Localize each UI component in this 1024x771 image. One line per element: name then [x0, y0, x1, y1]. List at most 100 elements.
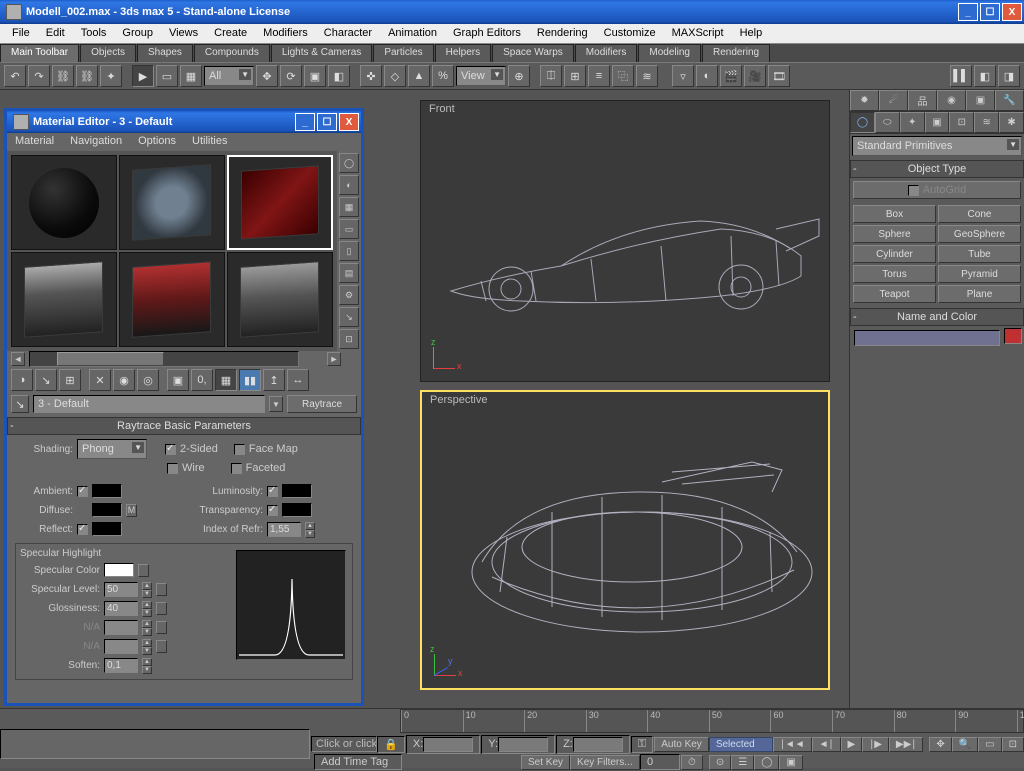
- slot-scroll-right[interactable]: ►: [327, 352, 341, 366]
- show-map-button[interactable]: ▦: [215, 369, 237, 391]
- tbtab-space-warps[interactable]: Space Warps: [492, 44, 574, 62]
- primitive-cone[interactable]: Cone: [938, 205, 1021, 223]
- snap-button[interactable]: ◇: [384, 65, 406, 87]
- schematic-view-button[interactable]: ⿻: [612, 65, 634, 87]
- time-next-button[interactable]: ∣▶: [862, 737, 889, 752]
- time-start-button[interactable]: ∣◄◄: [773, 737, 812, 752]
- tbtab-rendering[interactable]: Rendering: [702, 44, 770, 62]
- wire-check[interactable]: [167, 463, 178, 474]
- mirror-button[interactable]: ⎅: [540, 65, 562, 87]
- setkey-button[interactable]: Set Key: [521, 755, 570, 770]
- material-type-button[interactable]: Raytrace: [287, 395, 357, 413]
- main-menubar[interactable]: FileEditToolsGroupViewsCreateModifiersCh…: [0, 24, 1024, 44]
- maximize-button[interactable]: ☐: [980, 3, 1000, 21]
- tab-display[interactable]: ▣: [966, 90, 995, 111]
- tbtab-modeling[interactable]: Modeling: [638, 44, 701, 62]
- center-button[interactable]: ⊕: [508, 65, 530, 87]
- nav-orbit-button[interactable]: ◯: [754, 755, 779, 770]
- diffuse-map-flag[interactable]: M: [126, 504, 137, 517]
- menu-customize[interactable]: Customize: [596, 24, 664, 43]
- unlink-button[interactable]: ⛓: [76, 65, 98, 87]
- nav-zoom-button[interactable]: 🔍: [952, 737, 978, 752]
- menu-edit[interactable]: Edit: [38, 24, 73, 43]
- subtab-helpers[interactable]: ⊡: [949, 112, 974, 133]
- mateditor-min-button[interactable]: _: [295, 113, 315, 131]
- spec-level-map-btn[interactable]: [156, 583, 167, 596]
- subtab-cameras[interactable]: ▣: [925, 112, 950, 133]
- ref-coord-button[interactable]: ◧: [328, 65, 350, 87]
- bind-spacewarp-button[interactable]: ✦: [100, 65, 122, 87]
- background-icon[interactable]: ▦: [339, 197, 359, 217]
- primitive-teapot[interactable]: Teapot: [853, 285, 936, 303]
- nav-walk-button[interactable]: ☰: [731, 755, 754, 770]
- autogrid-check[interactable]: AutoGrid: [853, 181, 1021, 199]
- select-filter-dropdown[interactable]: All: [204, 66, 254, 86]
- tbtab-lights-cameras[interactable]: Lights & Cameras: [271, 44, 372, 62]
- nav-pan-button[interactable]: ✥: [929, 737, 951, 752]
- memenu-navigation[interactable]: Navigation: [62, 133, 130, 151]
- tbtab-particles[interactable]: Particles: [373, 44, 433, 62]
- mateditor-titlebar[interactable]: Material Editor - 3 - Default _ ☐ X: [7, 111, 361, 133]
- menu-animation[interactable]: Animation: [380, 24, 445, 43]
- viewport-perspective[interactable]: Perspective x z y: [420, 390, 830, 690]
- primitive-pyramid[interactable]: Pyramid: [938, 265, 1021, 283]
- mateditor-menubar[interactable]: MaterialNavigationOptionsUtilities: [7, 133, 361, 151]
- material-slot-5[interactable]: [119, 252, 225, 347]
- close-button[interactable]: X: [1002, 3, 1022, 21]
- primitive-torus[interactable]: Torus: [853, 265, 936, 283]
- time-config-button[interactable]: ⏱: [681, 755, 703, 770]
- sample-uv-icon[interactable]: ▭: [339, 219, 359, 239]
- menu-modifiers[interactable]: Modifiers: [255, 24, 316, 43]
- rollout-object-type[interactable]: -Object Type: [850, 160, 1024, 178]
- viewport-front[interactable]: Front x z: [420, 100, 830, 382]
- menu-group[interactable]: Group: [114, 24, 161, 43]
- command-panel-tabs[interactable]: ✹ ☄ 品 ◉ ▣ 🔧: [850, 90, 1024, 112]
- shading-dropdown[interactable]: Phong: [77, 439, 147, 459]
- toolbar-tabbar[interactable]: Main ToolbarObjectsShapesCompoundsLights…: [0, 44, 1024, 62]
- luminosity-check[interactable]: [267, 486, 278, 497]
- tab-motion[interactable]: ◉: [937, 90, 966, 111]
- material-slot-2[interactable]: [119, 155, 225, 250]
- menu-graph-editors[interactable]: Graph Editors: [445, 24, 529, 43]
- key-icon[interactable]: ⚿: [631, 736, 653, 753]
- slot-scrollbar[interactable]: [29, 351, 299, 367]
- menu-help[interactable]: Help: [732, 24, 771, 43]
- material-name-input[interactable]: [33, 395, 265, 413]
- put-to-scene-button[interactable]: ↘: [35, 369, 57, 391]
- create-subtype-tabs[interactable]: ◯ ⬭ ✦ ▣ ⊡ ≋ ✱: [850, 112, 1024, 134]
- memenu-utilities[interactable]: Utilities: [184, 133, 235, 151]
- material-name-dropdown[interactable]: ▼: [269, 396, 283, 412]
- rollout-name-color[interactable]: -Name and Color: [850, 308, 1024, 326]
- sample-type-icon[interactable]: ◯: [339, 153, 359, 173]
- material-slot-6[interactable]: [227, 252, 333, 347]
- subtab-geometry[interactable]: ◯: [850, 112, 875, 133]
- tbtab-main-toolbar[interactable]: Main Toolbar: [0, 44, 79, 62]
- show-end-button[interactable]: ▮▮: [239, 369, 261, 391]
- make-copy-button[interactable]: ◉: [113, 369, 135, 391]
- select-by-mat-icon[interactable]: ↘: [339, 307, 359, 327]
- slot-scroll-left[interactable]: ◄: [11, 352, 25, 366]
- render-last-button[interactable]: 🎞: [768, 65, 790, 87]
- put-to-lib-button[interactable]: ▣: [167, 369, 189, 391]
- nav-maximize-button[interactable]: ▣: [779, 755, 802, 770]
- diffuse-color[interactable]: [92, 503, 122, 517]
- coord-y-input[interactable]: [498, 737, 548, 752]
- spec-level-spinner[interactable]: 50: [104, 582, 138, 597]
- specular-map-btn[interactable]: [138, 564, 149, 577]
- tab-hierarchy[interactable]: 品: [908, 90, 937, 111]
- move-button[interactable]: ✥: [256, 65, 278, 87]
- ambient-check[interactable]: [77, 486, 88, 497]
- tab-modify[interactable]: ☄: [879, 90, 908, 111]
- primitive-cylinder[interactable]: Cylinder: [853, 245, 936, 263]
- ambient-color[interactable]: [92, 484, 122, 498]
- gloss-spinner[interactable]: 40: [104, 601, 138, 616]
- misc-tool-2[interactable]: ◧: [974, 65, 996, 87]
- subtab-spacewarps[interactable]: ≋: [974, 112, 999, 133]
- pct-snap-button[interactable]: %: [432, 65, 454, 87]
- coord-z-input[interactable]: [573, 737, 623, 752]
- tbtab-objects[interactable]: Objects: [80, 44, 136, 62]
- tbtab-compounds[interactable]: Compounds: [194, 44, 270, 62]
- make-unique-button[interactable]: ◎: [137, 369, 159, 391]
- primitive-geosphere[interactable]: GeoSphere: [938, 225, 1021, 243]
- coord-x-input[interactable]: [423, 737, 473, 752]
